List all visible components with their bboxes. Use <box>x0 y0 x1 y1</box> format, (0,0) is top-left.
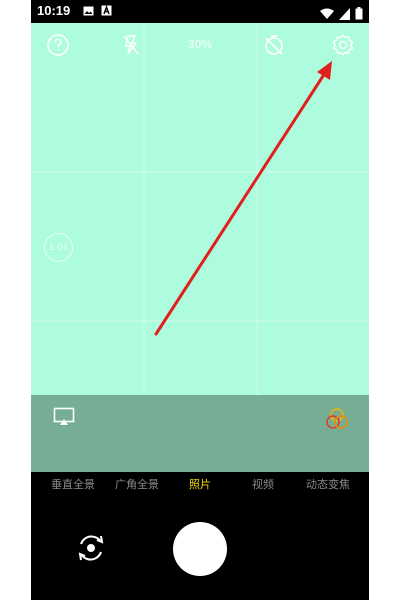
signal-icon <box>338 8 350 20</box>
mode-wide-panorama[interactable]: 广角全景 <box>105 476 169 492</box>
capture-controls <box>31 494 369 600</box>
battery-icon <box>355 7 363 20</box>
wifi-icon <box>319 8 334 19</box>
status-bar: 10:19 <box>31 0 369 23</box>
mode-video[interactable]: 视频 <box>231 476 295 492</box>
annotation-arrow <box>154 61 332 336</box>
mode-vertical-panorama[interactable]: 垂直全景 <box>41 476 105 492</box>
mode-dynamic-zoom[interactable]: 动态变焦 <box>296 476 360 492</box>
a-icon <box>101 5 112 16</box>
mode-selector: 垂直全景 广角全景 照片 视频 动态变焦 <box>31 472 369 494</box>
cast-icon[interactable] <box>53 407 75 427</box>
bottom-toolbar <box>31 395 369 472</box>
switch-camera-icon[interactable] <box>73 530 109 566</box>
shutter-button[interactable] <box>173 522 227 576</box>
photo-icon <box>83 6 94 16</box>
viewfinder[interactable]: 30% 1.0x <box>31 23 369 395</box>
mode-photo[interactable]: 照片 <box>168 476 232 492</box>
status-right-icons <box>319 5 363 24</box>
camera-screen: 10:19 30% 1.0x 垂直全景 广角全景 照片 视频 动态变焦 <box>31 0 369 600</box>
filter-icon[interactable] <box>325 407 349 431</box>
status-time: 10:19 <box>37 3 71 18</box>
